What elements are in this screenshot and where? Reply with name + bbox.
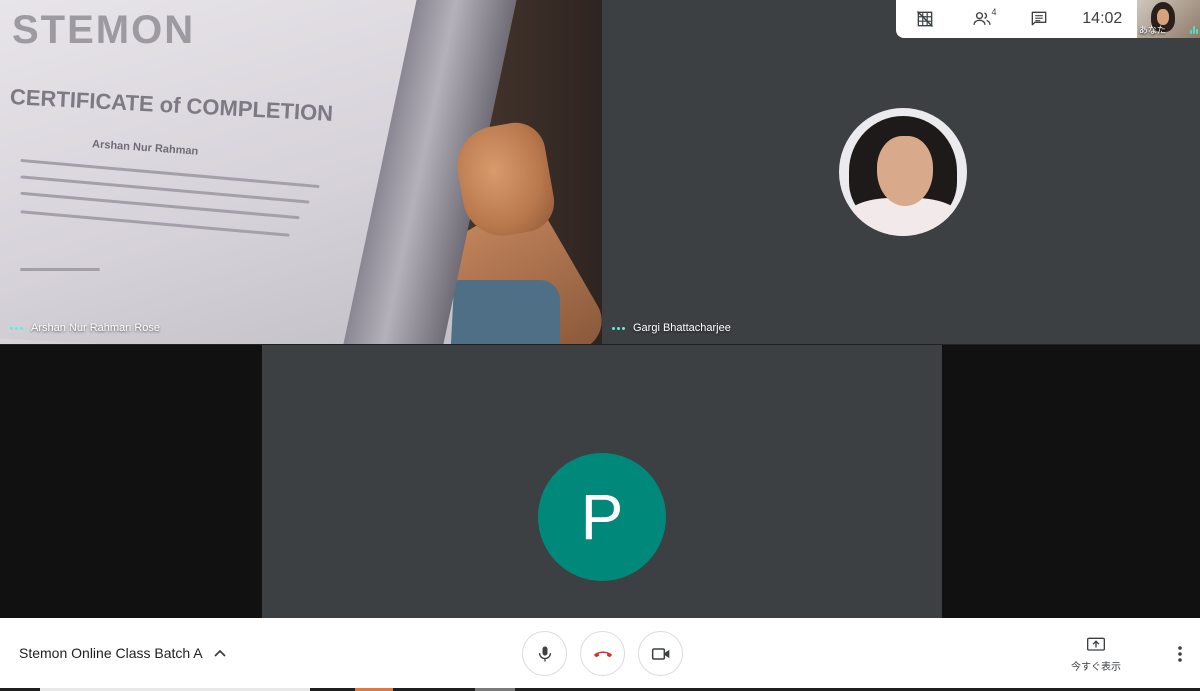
more-vert-icon — [1178, 646, 1182, 662]
present-icon — [1087, 637, 1105, 651]
layout-button[interactable] — [896, 0, 953, 38]
hangup-button[interactable] — [580, 631, 625, 676]
letterbox-left — [0, 345, 262, 618]
participant-tile-gargi[interactable]: Gargi Bhattacharjee — [602, 0, 1200, 344]
avatar-face — [877, 136, 933, 206]
speaking-indicator-icon — [612, 326, 625, 330]
speaking-indicator-icon — [10, 326, 23, 330]
participant-name-label: Gargi Bhattacharjee — [612, 322, 731, 334]
chat-icon — [1031, 11, 1047, 26]
certificate-signature — [20, 268, 100, 271]
mic-icon — [538, 646, 551, 661]
avatar — [839, 108, 967, 236]
participant-count: 4 — [991, 7, 997, 17]
meeting-title: Stemon Online Class Batch A — [19, 645, 203, 661]
certificate-logo: STEMON — [12, 8, 196, 52]
chevron-up-icon — [214, 649, 226, 657]
clock: 14:02 — [1082, 10, 1123, 27]
audio-level-icon — [1190, 26, 1199, 34]
participant-tile-arshan[interactable]: STEMON CERTIFICATE of COMPLETION Arshan … — [0, 0, 602, 344]
participant-name-label: Arshan Nur Rahman Rose — [10, 322, 160, 334]
letterbox-right — [942, 345, 1200, 618]
present-label: 今すぐ表示 — [1071, 662, 1121, 673]
mic-button[interactable] — [522, 631, 567, 676]
grid-off-icon — [916, 10, 933, 28]
participants-button[interactable]: 4 — [953, 0, 1010, 38]
hangup-icon — [593, 650, 612, 657]
participant-tile-p[interactable]: P — [262, 345, 942, 618]
self-label: あなた — [1138, 25, 1166, 35]
people-icon — [973, 12, 991, 25]
camera-button[interactable] — [638, 631, 683, 676]
self-view-thumbnail[interactable]: あなた — [1136, 0, 1200, 38]
avatar-letter: P — [538, 453, 666, 581]
chat-button[interactable] — [1011, 0, 1068, 38]
meeting-info-bar: 4 14:02 あなた — [896, 0, 1200, 38]
meeting-stage: STEMON CERTIFICATE of COMPLETION Arshan … — [0, 0, 1200, 691]
meeting-details-toggle[interactable]: Stemon Online Class Batch A — [19, 645, 227, 661]
bottom-controls-bar: Stemon Online Class Batch A 今すぐ表示 — [0, 618, 1200, 691]
participant-name: Gargi Bhattacharjee — [633, 322, 731, 334]
more-options-button[interactable] — [1170, 642, 1190, 666]
shirt-shape — [440, 280, 560, 344]
camera-icon — [651, 647, 669, 660]
participant-name: Arshan Nur Rahman Rose — [31, 322, 161, 334]
present-now-button[interactable]: 今すぐ表示 — [1066, 636, 1126, 673]
